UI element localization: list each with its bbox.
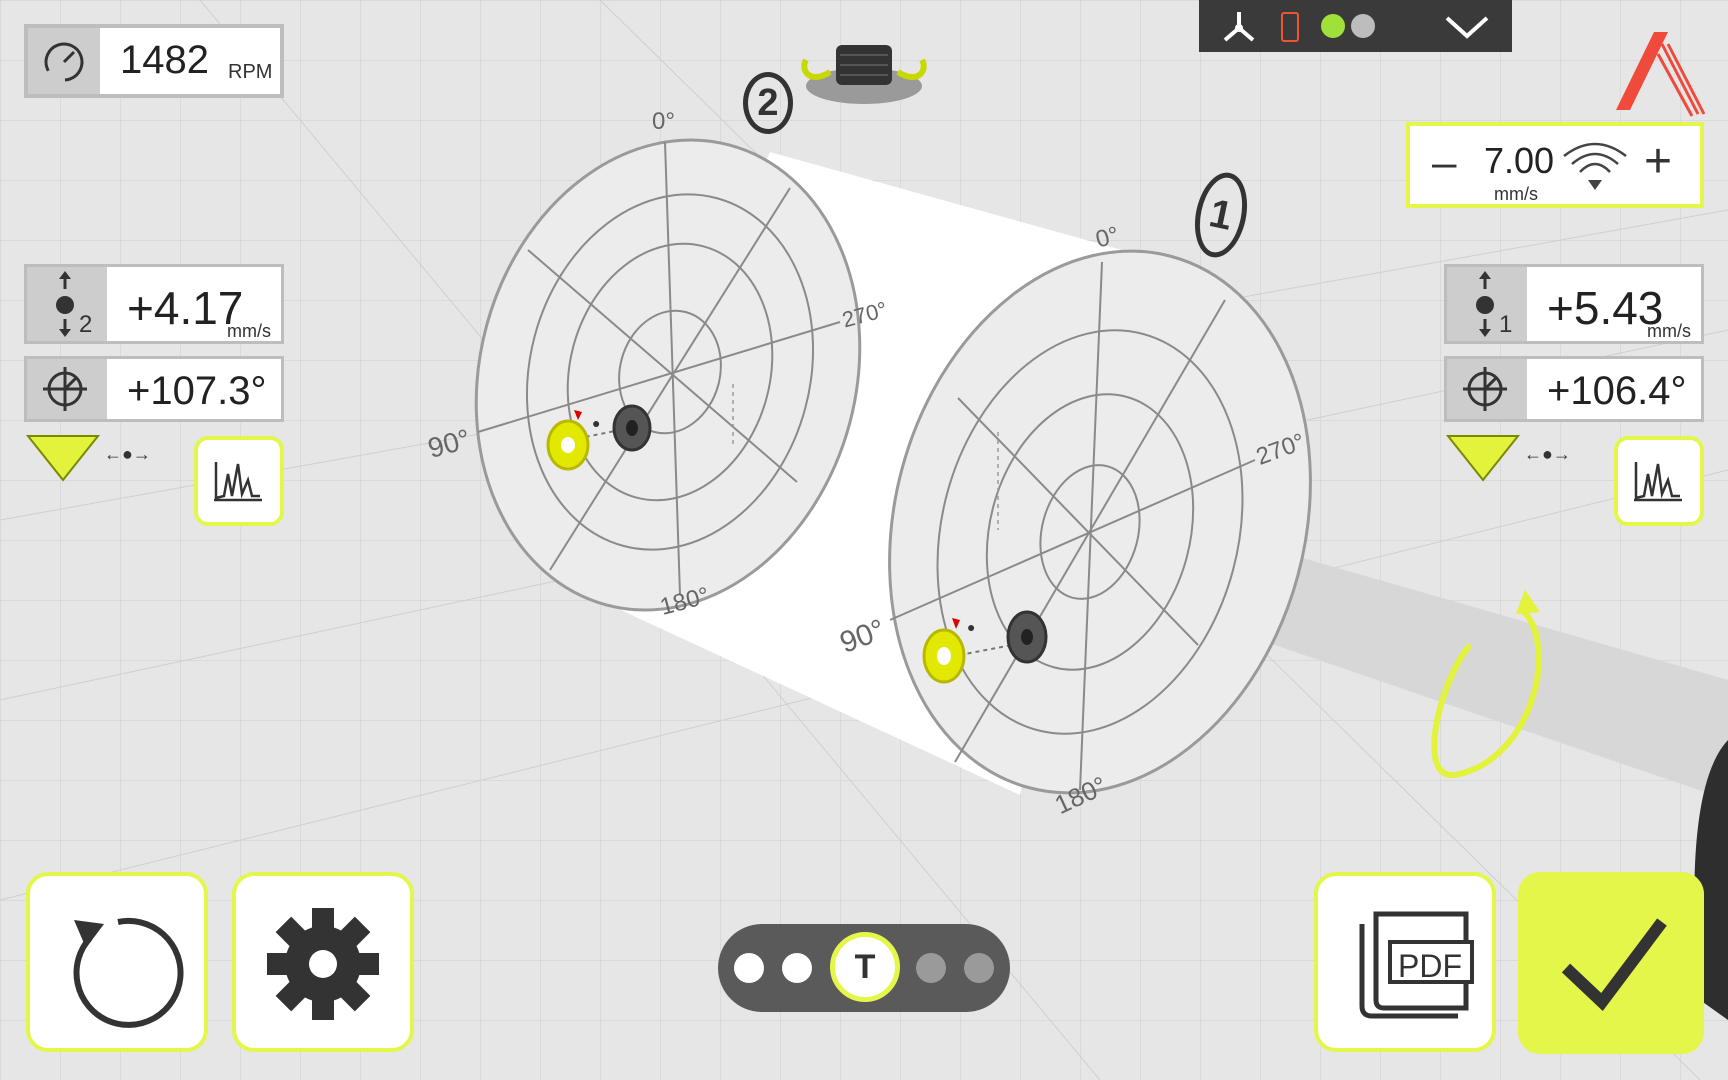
svg-text:●: ● [592, 415, 600, 431]
pager-dot[interactable] [964, 953, 994, 983]
plane-1-amplitude-value: +5.43 [1547, 282, 1664, 334]
plane-2-amplitude-unit: mm/s [227, 321, 271, 341]
gear-icon [267, 908, 379, 1020]
plane-1-spectrum-button[interactable] [1614, 436, 1704, 526]
reset-button[interactable] [26, 872, 208, 1052]
tolerance-unit: mm/s [1494, 184, 1538, 204]
chevron-down-icon[interactable] [1443, 12, 1491, 42]
plane-2-sensor-direction-icon[interactable]: ←●→ [26, 434, 150, 484]
pdf-label: PDF [1398, 948, 1462, 984]
settings-button[interactable] [232, 872, 414, 1052]
checkmark-icon [1561, 918, 1667, 1011]
brand-logo [1616, 32, 1706, 117]
svg-text:●: ● [967, 619, 975, 635]
plane-1-phase-value: +106.4° [1547, 369, 1687, 413]
network-icon [1223, 12, 1255, 42]
pager-current-step[interactable]: T [830, 932, 900, 1002]
status-bar [1199, 0, 1512, 52]
vibration-signal-icon [1563, 142, 1627, 190]
tolerance-increase-button[interactable]: + [1644, 134, 1672, 189]
sensor-2-label: 2 [79, 311, 93, 338]
pdf-report-button[interactable]: PDF [1314, 872, 1496, 1052]
sensor-2-icon: 2 [27, 267, 107, 341]
tolerance-decrease-button[interactable]: – [1432, 138, 1456, 188]
pager-dot[interactable] [734, 953, 764, 983]
spectrum-icon [214, 462, 262, 502]
confirm-button[interactable] [1518, 872, 1704, 1054]
plane-2-phase-panel: +107.3° [24, 356, 284, 422]
rpm-unit: RPM [228, 61, 273, 83]
rpm-panel: 1482 RPM [24, 24, 284, 98]
pager-dot[interactable] [916, 953, 946, 983]
rpm-value: 1482 [120, 38, 209, 82]
pager-dot[interactable] [782, 953, 812, 983]
sensor-1-label: 1 [1499, 311, 1513, 338]
plane-2-spectrum-button[interactable] [194, 436, 284, 526]
connection-dot-active [1321, 14, 1345, 38]
crosshair-icon [27, 359, 107, 419]
svg-text:←●→: ←●→ [104, 444, 150, 464]
crosshair-icon [1447, 359, 1527, 419]
plane-2-phase-value: +107.3° [127, 369, 267, 413]
gauge-icon [28, 28, 100, 94]
tolerance-panel: – 7.00 mm/s + [1406, 122, 1704, 208]
plane-2-amplitude-value: +4.17 [127, 282, 244, 334]
plane-1-amplitude-panel: 1 +5.43 mm/s [1444, 264, 1704, 344]
plane-1-amplitude-unit: mm/s [1647, 321, 1691, 341]
plane-2-amplitude-panel: 2 +4.17 mm/s [24, 264, 284, 344]
plane-2-label: 2 [743, 72, 793, 134]
battery-low-icon [1281, 12, 1299, 42]
connection-dot-inactive [1351, 14, 1375, 38]
svg-text:←●→: ←●→ [1524, 444, 1570, 464]
sensor-1-icon: 1 [1447, 267, 1527, 341]
plane-1-sensor-direction-icon[interactable]: ←●→ [1446, 434, 1570, 484]
plane-2-angle-0: 0° [652, 108, 675, 135]
tolerance-value: 7.00 [1484, 140, 1555, 181]
step-pager: T [718, 924, 1010, 1012]
reset-icon [73, 917, 184, 1028]
plane-1-phase-panel: +106.4° [1444, 356, 1704, 422]
spectrum-icon [1634, 462, 1682, 502]
